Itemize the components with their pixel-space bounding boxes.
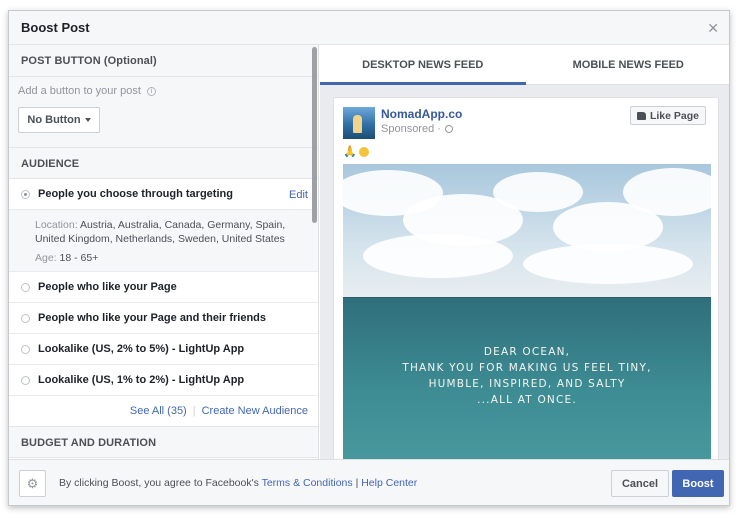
dialog-title: Boost Post: [21, 20, 90, 35]
audience-option-likers-friends[interactable]: People who like your Page and their frie…: [9, 303, 318, 334]
quote-line: ...ALL AT ONCE.: [477, 394, 577, 406]
location-line: Location: Austria, Australia, Canada, Ge…: [35, 218, 302, 246]
audience-option-lookalike-2-5[interactable]: Lookalike (US, 2% to 5%) - LightUp App: [9, 334, 318, 365]
agreement-prefix: By clicking Boost, you agree to Facebook…: [59, 477, 259, 489]
post-button-section: Add a button to your post i No Button: [9, 77, 318, 147]
page-avatar: [343, 107, 375, 139]
audience-option-targeting[interactable]: People you choose through targeting Edit: [9, 179, 318, 210]
radio[interactable]: [21, 282, 30, 292]
radio[interactable]: [21, 344, 30, 354]
audience-option-lookalike-1-2[interactable]: Lookalike (US, 1% to 2%) - LightUp App: [9, 365, 318, 396]
audience-links: See All (35) | Create New Audience: [9, 396, 318, 426]
pray-emoji: 🙏: [343, 146, 357, 158]
radio[interactable]: [21, 375, 30, 385]
page-name[interactable]: NomadApp.co: [381, 107, 462, 121]
post-preview-card: NomadApp.co Sponsored · Like Page 🙏 DEAR…: [333, 97, 719, 459]
cloud-shape: [493, 172, 583, 212]
cancel-button[interactable]: Cancel: [611, 470, 669, 497]
cloud-shape: [363, 234, 513, 278]
like-page-button[interactable]: Like Page: [629, 106, 706, 125]
radio-selected[interactable]: [21, 189, 30, 199]
dialog-header: Boost Post ✕: [9, 11, 729, 45]
preview-tabs: DESKTOP NEWS FEED MOBILE NEWS FEED: [320, 45, 730, 85]
thumbs-up-icon: [636, 111, 646, 120]
post-image[interactable]: DEAR OCEAN, THANK YOU FOR MAKING US FEEL…: [343, 164, 711, 459]
sponsored-label: Sponsored ·: [381, 123, 453, 135]
location-key: Location:: [35, 219, 78, 231]
audience-option-label: Lookalike (US, 2% to 5%) - LightUp App: [38, 343, 245, 355]
post-button-hint: Add a button to your post i: [18, 85, 309, 97]
sky-area: [343, 164, 711, 298]
close-icon[interactable]: ✕: [707, 20, 719, 37]
terms-link[interactable]: Terms & Conditions: [262, 477, 353, 489]
edit-audience-link[interactable]: Edit: [289, 189, 308, 201]
button-type-value: No Button: [27, 114, 81, 126]
quote-line: DEAR OCEAN,: [483, 346, 571, 358]
age-line: Age: 18 - 65+: [35, 251, 302, 265]
help-center-link[interactable]: Help Center: [361, 477, 417, 489]
audience-option-label: Lookalike (US, 1% to 2%) - LightUp App: [38, 374, 245, 386]
agreement-text: By clicking Boost, you agree to Facebook…: [59, 477, 417, 489]
audience-option-label: People who like your Page and their frie…: [38, 312, 266, 324]
footer-divider: |: [355, 477, 359, 489]
like-page-label: Like Page: [649, 109, 699, 122]
radio[interactable]: [21, 313, 30, 323]
gear-icon[interactable]: ⚙: [19, 470, 46, 497]
quote-line: THANK YOU FOR MAKING US FEEL TINY,: [402, 362, 652, 374]
quote-line: HUMBLE, INSPIRED, AND SALTY: [428, 378, 626, 390]
age-value: 18 - 65+: [59, 252, 99, 264]
audience-heading: AUDIENCE: [9, 147, 318, 179]
dialog-footer: ⚙ By clicking Boost, you agree to Facebo…: [9, 459, 729, 505]
tab-desktop-news-feed[interactable]: DESKTOP NEWS FEED: [320, 45, 526, 85]
post-button-hint-text: Add a button to your post: [18, 85, 141, 97]
boost-post-dialog: Boost Post ✕ POST BUTTON (Optional) Add …: [8, 10, 730, 506]
smile-emoji-icon: [358, 146, 369, 157]
image-quote: DEAR OCEAN, THANK YOU FOR MAKING US FEEL…: [343, 344, 711, 408]
post-button-heading: POST BUTTON (Optional): [9, 45, 318, 77]
boost-button[interactable]: Boost: [672, 470, 724, 497]
info-icon[interactable]: i: [146, 86, 156, 96]
button-type-select[interactable]: No Button: [18, 107, 100, 133]
link-divider: |: [192, 405, 196, 417]
preview-pane: DESKTOP NEWS FEED MOBILE NEWS FEED Nomad…: [320, 45, 730, 459]
see-all-link[interactable]: See All (35): [130, 405, 187, 417]
globe-icon: [444, 125, 453, 133]
scrollbar[interactable]: [312, 47, 317, 223]
tab-mobile-news-feed[interactable]: MOBILE NEWS FEED: [526, 45, 730, 84]
age-key: Age:: [35, 252, 57, 264]
create-audience-link[interactable]: Create New Audience: [202, 405, 308, 417]
cloud-shape: [523, 244, 693, 284]
sponsored-text: Sponsored ·: [381, 123, 441, 135]
budget-heading: BUDGET AND DURATION: [9, 426, 318, 458]
audience-option-label: People who like your Page: [38, 281, 177, 293]
audience-details: Location: Austria, Australia, Canada, Ge…: [9, 210, 318, 272]
settings-pane: POST BUTTON (Optional) Add a button to y…: [9, 45, 319, 459]
audience-option-page-likers[interactable]: People who like your Page: [9, 272, 318, 303]
chevron-down-icon: [84, 118, 91, 122]
post-text: 🙏: [343, 145, 369, 158]
audience-option-label: People you choose through targeting: [38, 188, 233, 200]
